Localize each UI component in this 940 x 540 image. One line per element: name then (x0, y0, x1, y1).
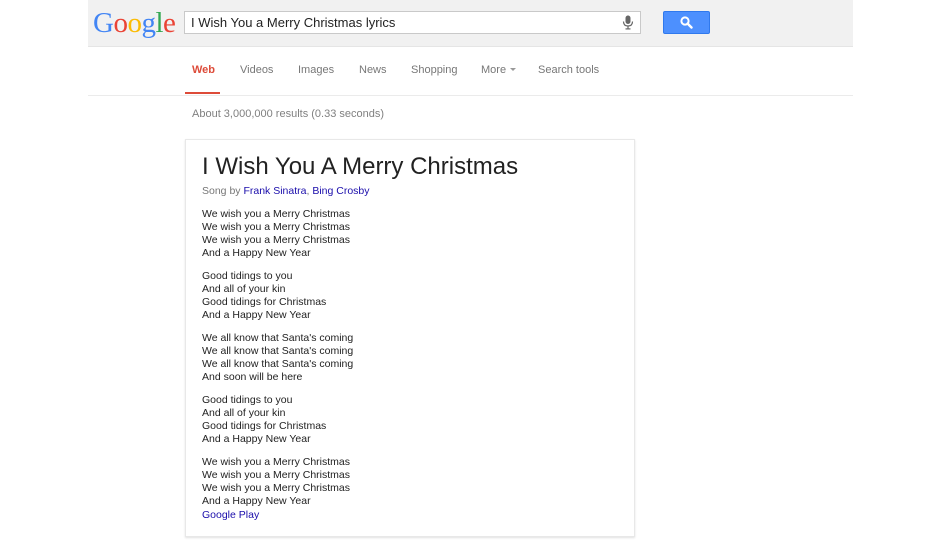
top-bar: Google (88, 0, 853, 47)
lyric-line: And a Happy New Year (202, 495, 311, 507)
lyric-line: We wish you a Merry Christmas (202, 221, 351, 233)
lyrics-stanza: We wish you a Merry Christmas We wish yo… (202, 208, 602, 260)
lyric-line: And a Happy New Year (202, 247, 311, 259)
lyric-line: We wish you a Merry Christmas (202, 234, 351, 246)
lyric-line: We wish you a Merry Christmas (202, 208, 351, 220)
tab-search-tools[interactable]: Search tools (538, 64, 599, 76)
search-icon (680, 16, 693, 29)
tab-shopping[interactable]: Shopping (411, 64, 458, 76)
logo-letter: G (93, 7, 114, 39)
logo-letter: l (155, 7, 164, 39)
lyrics-stanza: We all know that Santa's coming We all k… (202, 332, 602, 384)
tab-more-label: More (481, 64, 507, 76)
tab-news[interactable]: News (359, 64, 387, 76)
lyrics-stanza: Good tidings to you And all of your kin … (202, 270, 602, 322)
lyric-line: We wish you a Merry Christmas (202, 482, 351, 494)
lyrics-card: I Wish You A Merry Christmas Song by Fra… (185, 139, 635, 537)
search-tabs: Web Videos Images News Shopping More Sea… (0, 46, 940, 94)
logo-letter: o (127, 7, 142, 39)
lyrics-stanza: We wish you a Merry Christmas We wish yo… (202, 456, 602, 508)
lyric-line: Good tidings for Christmas (202, 420, 327, 432)
search-input[interactable] (191, 12, 611, 33)
lyric-line: And all of your kin (202, 283, 286, 295)
lyric-line: And all of your kin (202, 407, 286, 419)
lyric-line: Good tidings to you (202, 394, 293, 406)
google-logo[interactable]: Google (93, 4, 176, 42)
song-subtitle: Song by Frank Sinatra, Bing Crosby (202, 185, 370, 197)
artist-link-bing-crosby[interactable]: Bing Crosby (312, 185, 369, 197)
lyric-line: And soon will be here (202, 371, 303, 383)
lyric-line: We all know that Santa's coming (202, 332, 354, 344)
active-tab-indicator (185, 92, 220, 94)
logo-letter: o (113, 7, 128, 39)
lyric-line: We wish you a Merry Christmas (202, 456, 351, 468)
song-title: I Wish You A Merry Christmas (202, 153, 519, 180)
lyric-line: Good tidings for Christmas (202, 296, 327, 308)
microphone-icon[interactable] (622, 15, 634, 30)
result-stats: About 3,000,000 results (0.33 seconds) (192, 108, 385, 120)
divider (88, 95, 853, 96)
logo-letter: e (163, 7, 176, 39)
lyric-line: And a Happy New Year (202, 309, 311, 321)
tab-web[interactable]: Web (192, 64, 215, 76)
search-button[interactable] (663, 11, 710, 34)
lyric-line: And a Happy New Year (202, 433, 311, 445)
tab-videos[interactable]: Videos (240, 64, 273, 76)
search-box[interactable] (184, 11, 641, 34)
logo-letter: g (141, 7, 156, 39)
lyric-line: We all know that Santa's coming (202, 345, 354, 357)
tab-images[interactable]: Images (298, 64, 334, 76)
lyric-line: We wish you a Merry Christmas (202, 469, 351, 481)
lyrics-stanza: Good tidings to you And all of your kin … (202, 394, 602, 446)
artist-link-frank-sinatra[interactable]: Frank Sinatra (243, 185, 306, 197)
lyrics: We wish you a Merry Christmas We wish yo… (202, 208, 602, 518)
google-play-link[interactable]: Google Play (202, 509, 259, 521)
tab-more[interactable]: More (481, 64, 517, 76)
lyric-line: Good tidings to you (202, 270, 293, 282)
lyric-line: We all know that Santa's coming (202, 358, 354, 370)
song-by-label: Song by (202, 185, 244, 197)
caret-down-icon (510, 68, 517, 71)
